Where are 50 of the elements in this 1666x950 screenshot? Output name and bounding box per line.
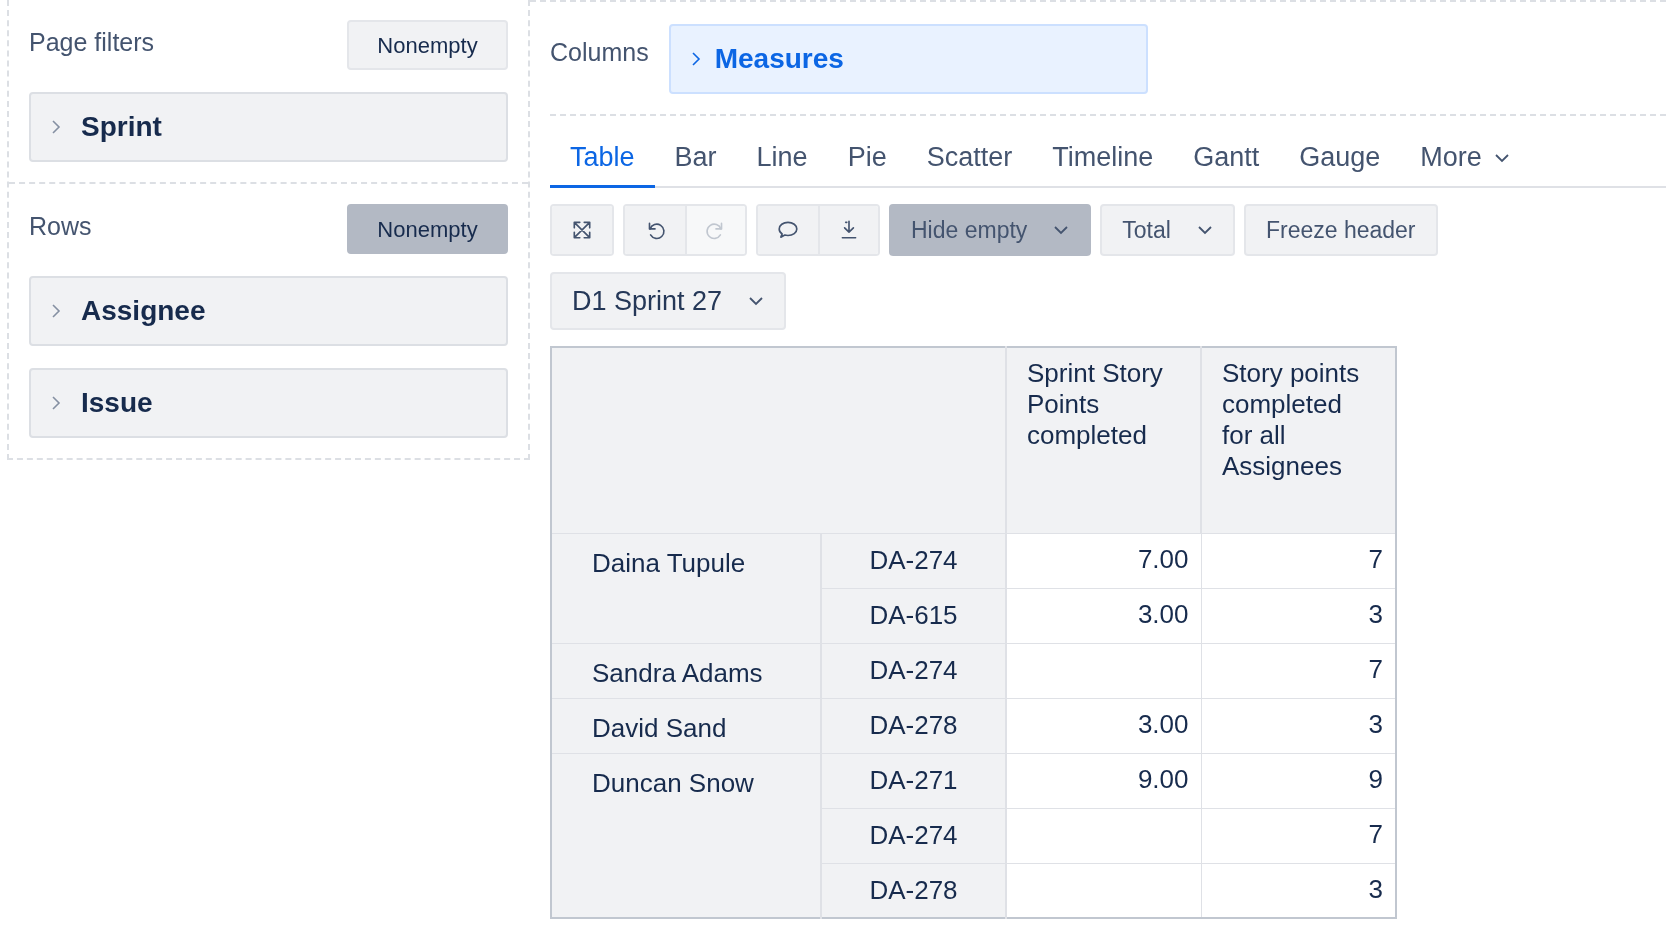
- dimension-item[interactable]: Measures: [668, 24, 1148, 94]
- chart-tab[interactable]: Table: [550, 130, 655, 188]
- dimension-item[interactable]: Issue: [29, 368, 508, 438]
- nonempty-button[interactable]: Nonempty: [347, 204, 508, 254]
- chart-tab[interactable]: Line: [736, 130, 828, 188]
- row-header: DA-274: [821, 533, 1006, 588]
- table-cell: 9.00: [1006, 753, 1201, 808]
- comment-button[interactable]: [758, 206, 818, 254]
- download-button[interactable]: [818, 206, 878, 254]
- table-cell: 7.00: [1006, 533, 1201, 588]
- row-header: Sandra Adams: [551, 643, 821, 698]
- row-header: DA-278: [821, 698, 1006, 753]
- chart-tab[interactable]: Gantt: [1173, 130, 1280, 188]
- row-header: Daina Tupule: [551, 533, 821, 643]
- undo-button[interactable]: [625, 206, 685, 254]
- fullscreen-icon: [571, 219, 593, 241]
- row-header: DA-271: [821, 753, 1006, 808]
- chart-tab[interactable]: Gauge: [1279, 130, 1401, 188]
- table-cell: 3.00: [1006, 698, 1201, 753]
- table-cell: 3.00: [1006, 588, 1201, 643]
- fullscreen-button[interactable]: [552, 206, 612, 254]
- row-header: DA-274: [821, 808, 1006, 863]
- column-header: Sprint Story Points completed: [1006, 347, 1201, 533]
- chevron-right-icon: [690, 51, 701, 67]
- row-header: DA-278: [821, 863, 1006, 918]
- section-title: Rows: [29, 211, 92, 242]
- row-header: Duncan Snow: [551, 753, 821, 918]
- row-header: DA-615: [821, 588, 1006, 643]
- chevron-right-icon: [51, 119, 61, 135]
- chart-tab[interactable]: More: [1400, 130, 1530, 188]
- chevron-right-icon: [51, 303, 61, 319]
- dropdown-button[interactable]: Total: [1100, 204, 1235, 256]
- column-header: Story points completed for all Assignees: [1201, 347, 1396, 533]
- dimension-item[interactable]: Sprint: [29, 92, 508, 162]
- dropdown-button[interactable]: Hide empty: [889, 204, 1092, 256]
- section-title: Columns: [550, 37, 649, 68]
- chevron-right-icon: [51, 395, 61, 411]
- chart-tab[interactable]: Bar: [654, 130, 737, 188]
- page-filter-dropdown[interactable]: D1 Sprint 27: [550, 272, 787, 330]
- chart-tab[interactable]: Pie: [827, 130, 907, 188]
- row-header: David Sand: [551, 698, 821, 753]
- toolbar-button[interactable]: Freeze header: [1243, 204, 1438, 256]
- comment-icon: [777, 219, 799, 241]
- section-title: Page filters: [29, 27, 155, 58]
- row-header: DA-274: [821, 643, 1006, 698]
- dimension-item[interactable]: Assignee: [29, 276, 508, 346]
- chart-tab[interactable]: Timeline: [1032, 130, 1174, 188]
- chart-tab[interactable]: Scatter: [906, 130, 1033, 188]
- chevron-down-icon: [748, 296, 765, 306]
- nonempty-button[interactable]: Nonempty: [347, 20, 508, 70]
